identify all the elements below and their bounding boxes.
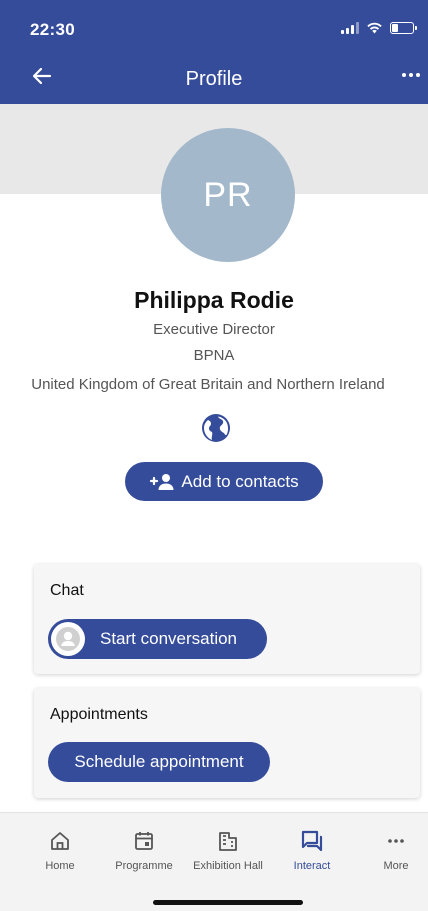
wifi-icon	[367, 22, 382, 34]
add-person-icon	[150, 473, 174, 490]
app-bar: Profile	[0, 44, 428, 104]
battery-icon	[390, 22, 417, 34]
start-conversation-button[interactable]: Start conversation	[48, 619, 267, 659]
nav-item-home[interactable]: Home	[15, 827, 105, 872]
signal-icon	[341, 22, 359, 34]
avatar: PR	[161, 128, 295, 262]
calendar-icon	[135, 832, 153, 850]
add-to-contacts-label: Add to contacts	[181, 471, 299, 491]
nav-label-exhibition-hall: Exhibition Hall	[193, 860, 263, 872]
page-title: Profile	[185, 68, 243, 90]
schedule-appointment-label: Schedule appointment	[74, 752, 244, 771]
battery-level	[392, 24, 398, 32]
nav-item-more[interactable]: More	[351, 827, 428, 872]
nav-label-more: More	[383, 860, 409, 872]
appointments-card: Appointments Schedule appointment	[34, 688, 420, 798]
chat-card: Chat Start conversation	[34, 564, 420, 674]
globe-icon[interactable]	[200, 412, 232, 444]
nav-item-exhibition-hall[interactable]: Exhibition Hall	[183, 827, 273, 872]
user-avatar-icon	[51, 622, 85, 656]
add-to-contacts-button[interactable]: Add to contacts	[125, 462, 323, 501]
profile-role: Executive Director	[153, 321, 275, 338]
status-time: 22:30	[30, 20, 75, 39]
status-bar: 22:30	[0, 0, 428, 44]
chat-icon	[301, 830, 323, 852]
bottom-nav: Home Programme Exhibition Hall Interact …	[0, 812, 428, 911]
home-icon	[51, 832, 69, 850]
more-options-icon[interactable]	[402, 73, 420, 77]
chat-card-title: Chat	[50, 582, 84, 599]
schedule-appointment-button[interactable]: Schedule appointment	[48, 742, 270, 782]
nav-item-programme[interactable]: Programme	[99, 827, 189, 872]
nav-label-programme: Programme	[115, 860, 173, 872]
building-icon	[219, 832, 237, 851]
home-indicator	[153, 900, 303, 905]
nav-label-home: Home	[45, 860, 75, 872]
nav-label-interact: Interact	[293, 860, 331, 872]
nav-item-interact[interactable]: Interact	[267, 827, 357, 872]
profile-name: Philippa Rodie	[134, 287, 294, 313]
appointments-card-title: Appointments	[50, 706, 148, 723]
status-icons	[341, 22, 417, 34]
profile-country: United Kingdom of Great Britain and Nort…	[31, 376, 385, 393]
more-icon	[388, 839, 404, 843]
profile-company: BPNA	[193, 347, 235, 364]
start-conversation-label: Start conversation	[100, 629, 238, 648]
